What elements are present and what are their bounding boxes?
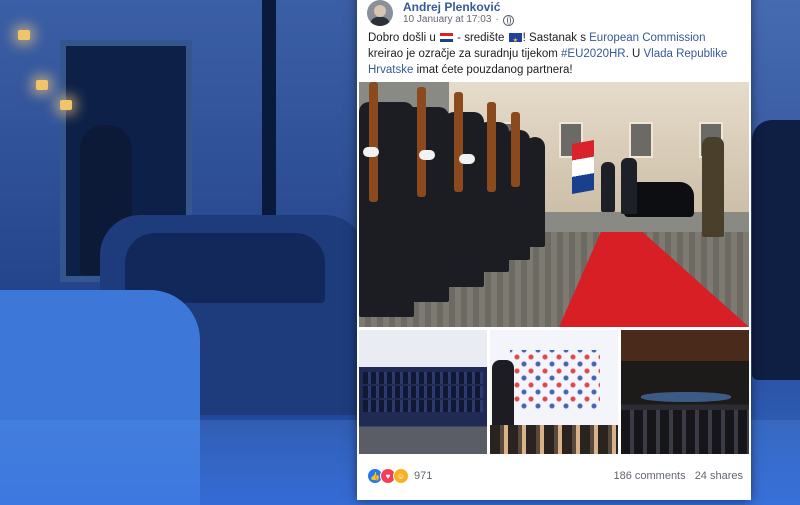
thumbnail-meeting-room[interactable] (621, 330, 749, 454)
eu-flag-icon (508, 33, 522, 49)
hashtag-link[interactable]: #EU2020HR (561, 48, 626, 60)
street-lamp (18, 30, 30, 40)
background-pillar (262, 0, 276, 215)
avatar[interactable] (367, 0, 393, 26)
post-header: Andrej Plenković 10 January at 17:03 · (367, 0, 514, 28)
thumbnail-speaker[interactable] (490, 330, 618, 454)
background-policeman-right (752, 120, 800, 380)
photo-thumbnails (359, 330, 749, 454)
post-meta: 10 January at 17:03 · (403, 14, 514, 26)
street-lamp (36, 80, 48, 90)
post-footer: 👍 ♥ ☺ 971 186 comments 24 shares (367, 467, 743, 485)
photo-person (621, 158, 637, 214)
photo-croatian-flag (572, 140, 594, 194)
post-photo-main[interactable] (359, 82, 749, 327)
haha-icon: ☺ (393, 468, 409, 484)
reactions[interactable]: 👍 ♥ ☺ 971 (367, 468, 432, 484)
honor-guard (359, 82, 549, 327)
post-date[interactable]: 10 January at 17:03 (403, 14, 491, 26)
reaction-count: 971 (414, 470, 433, 482)
street-lamp (60, 100, 72, 110)
croatian-flag-icon (439, 33, 453, 42)
facebook-post: Andrej Plenković 10 January at 17:03 · D… (357, 0, 751, 500)
globe-icon (502, 14, 514, 26)
photo-person (601, 162, 615, 212)
author-name[interactable]: Andrej Plenković (403, 0, 514, 14)
post-text: Dobro došli u - središte ! Sastanak s Eu… (368, 30, 743, 78)
thumbnail-group-photo[interactable] (359, 330, 487, 454)
link-european-commission[interactable]: European Commission (589, 32, 705, 44)
comments-count[interactable]: 186 comments (613, 470, 685, 482)
post-stats: 186 comments 24 shares (607, 470, 743, 482)
shares-count[interactable]: 24 shares (695, 470, 743, 482)
photo-guard (702, 137, 724, 237)
